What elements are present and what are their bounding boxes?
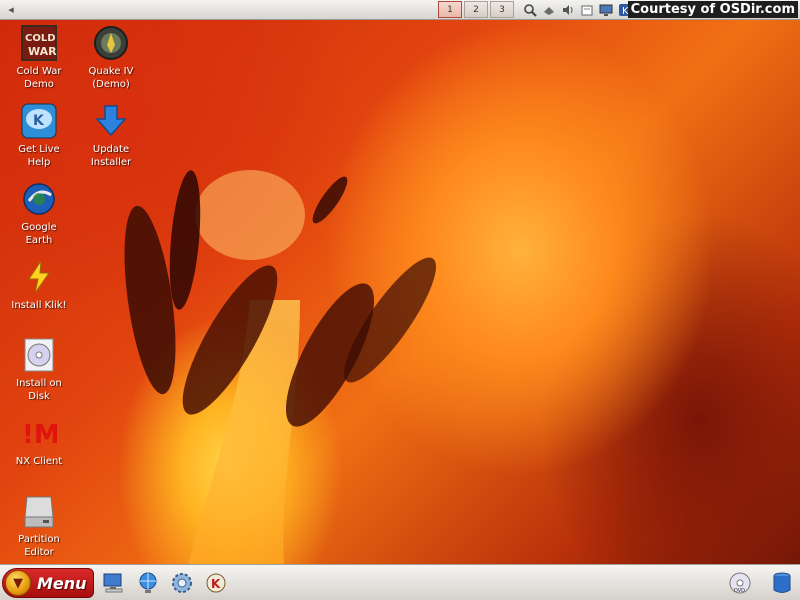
svg-text:WAR: WAR	[28, 45, 57, 58]
desktop-icon-google-earth[interactable]: Google Earth	[0, 180, 78, 247]
desktop-icon-label: Cold War Demo	[16, 66, 62, 90]
network-icon[interactable]	[541, 2, 557, 18]
desktop-icon-label: Update Installer	[90, 144, 132, 168]
menu-button[interactable]: ▼ Menu	[2, 568, 94, 598]
svg-text:K: K	[33, 113, 45, 129]
menu-label: Menu	[37, 573, 87, 593]
konqueror-icon[interactable]: K	[202, 570, 230, 596]
desktop-icon-get-live-help[interactable]: K Get Live Help	[0, 102, 78, 169]
desktop-icon-partition-editor[interactable]: Partition Editor	[0, 492, 78, 559]
desktop-icon-install-on-disk[interactable]: Install on Disk	[0, 336, 78, 403]
desktop-icon-label: Quake IV (Demo)	[88, 66, 134, 90]
pager-desktop-3[interactable]: 3	[490, 1, 514, 18]
osdir-watermark: Courtesy of OSDir.com	[627, 1, 798, 18]
svg-text:COLD: COLD	[25, 33, 56, 44]
quake-icon	[92, 24, 130, 62]
lightning-bolt-icon	[20, 258, 58, 296]
magnifier-icon[interactable]	[522, 2, 538, 18]
pager-desktop-2[interactable]: 2	[464, 1, 488, 18]
desktop-icon-update-installer[interactable]: Update Installer	[72, 102, 150, 169]
cd-install-icon	[20, 336, 58, 374]
display-icon[interactable]	[598, 2, 614, 18]
bottom-panel: ▼ Menu K DVD	[0, 564, 800, 600]
top-panel: ◂ 1 2 3 K Courtesy of OSDir.com	[0, 0, 800, 20]
desktop-icon-quake-iv-demo[interactable]: Quake IV (Demo)	[72, 24, 150, 91]
download-arrow-icon	[92, 102, 130, 140]
network-globe-icon[interactable]	[134, 570, 162, 596]
menu-orb-icon: ▼	[5, 570, 31, 596]
desktop-icon-label: Google Earth	[21, 222, 57, 246]
panel-right-icons: DVD	[726, 569, 796, 597]
globe-icon	[20, 180, 58, 218]
svg-text:K: K	[211, 577, 221, 591]
desktop-icon-label: Install on Disk	[16, 378, 62, 402]
desktop-icon-label: NX Client	[15, 456, 63, 467]
svg-text:DVD: DVD	[734, 588, 745, 594]
help-chat-icon: K	[20, 102, 58, 140]
desktop-icon-label: Partition Editor	[18, 534, 60, 558]
volume-icon[interactable]	[560, 2, 576, 18]
clipboard-icon[interactable]	[579, 2, 595, 18]
pager-desktop-1[interactable]: 1	[438, 1, 462, 18]
hard-drive-icon	[20, 492, 58, 530]
nx-logo-icon: !M	[20, 414, 58, 452]
desktop-icon-label: Install Klik!	[11, 300, 67, 311]
panel-hide-icon[interactable]: ◂	[2, 1, 20, 19]
svg-text:!M: !M	[22, 420, 57, 450]
settings-gear-icon[interactable]	[168, 570, 196, 596]
desktop-icon-install-klik[interactable]: Install Klik!	[0, 258, 78, 312]
computer-icon[interactable]	[100, 570, 128, 596]
desktop-icon-label: Get Live Help	[18, 144, 60, 168]
database-drive-icon[interactable]	[768, 569, 796, 597]
desktop-icon-cold-war-demo[interactable]: COLD WAR Cold War Demo	[0, 24, 78, 91]
cold-war-game-icon: COLD WAR	[20, 24, 58, 62]
quick-launch-bar: K	[100, 570, 230, 596]
cd-drive-icon[interactable]: DVD	[726, 569, 754, 597]
desktop-pager: 1 2 3	[438, 1, 514, 18]
desktop-icon-nx-client[interactable]: !M NX Client	[0, 414, 78, 468]
